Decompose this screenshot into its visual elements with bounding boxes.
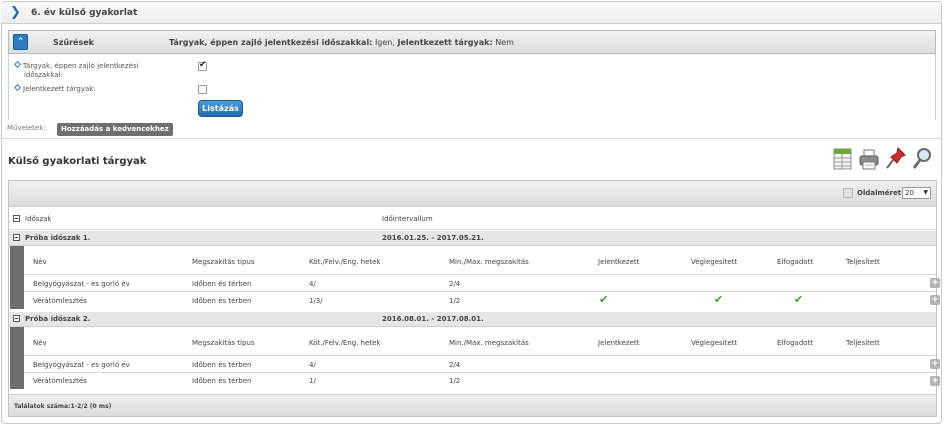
filter-summary-key2: Jelentkezett tárgyak: (397, 38, 493, 47)
row-hours: 4/ (309, 280, 316, 288)
row-minmax: 2/4 (449, 361, 461, 369)
row-type: Időben és térben (192, 297, 252, 305)
table-row[interactable]: Belgyógyászat - es gorló év Időben és té… (24, 275, 940, 292)
col-interval[interactable]: Időintervallum (382, 215, 433, 223)
col-period[interactable]: Időszak (25, 215, 51, 223)
group-interval: 2016.08.01. - 2017.08.01. (382, 315, 484, 323)
row-name: Vérátömlesztés (33, 297, 87, 305)
group-row-2[interactable]: Próba időszak 2. 2016.08.01. - 2017.08.0… (9, 312, 936, 327)
group-name: Próba időszak 1. (25, 234, 91, 242)
filter-bar: ⌃ Szűrések Tárgyak, éppen zajló jelentke… (8, 30, 936, 54)
col-applied[interactable]: Jelentkezett (598, 339, 639, 347)
search-icon[interactable] (911, 146, 933, 172)
col-hours[interactable]: Köt./Felv./Eng. hetek (309, 339, 381, 347)
col-finalized[interactable]: Véglegesített (691, 258, 737, 266)
page-size-select[interactable]: 20 ▼ (902, 187, 931, 199)
collapse-all-icon[interactable] (13, 215, 20, 222)
divider (1, 138, 941, 139)
grid-header-row: Időszak Időintervallum (9, 207, 936, 230)
col-completed[interactable]: Teljesített (846, 258, 880, 266)
pager-icon[interactable] (843, 188, 853, 198)
print-icon[interactable] (858, 146, 880, 172)
grid-title: Külső gyakorlati tárgyak (8, 156, 147, 167)
list-button[interactable]: Listázás (198, 100, 243, 117)
collapse-group-icon[interactable] (13, 234, 20, 241)
row-minmax: 1/2 (449, 297, 461, 305)
excel-export-icon[interactable] (832, 146, 854, 172)
row-actions-plus-icon[interactable]: + (930, 359, 940, 369)
filter-row1-label: Tárgyak, éppen zajló jelentkezési (23, 62, 139, 70)
chevron-right-icon[interactable]: ❯ (10, 6, 21, 20)
row-hours: 1/3/ (309, 297, 323, 305)
col-accepted[interactable]: Elfogadott (777, 258, 813, 266)
open-subjects-checkbox[interactable] (198, 60, 207, 71)
col-name[interactable]: Név (33, 258, 47, 266)
subgrid-header-row: Név Megszakítás típus Köt./Felv./Eng. he… (24, 246, 936, 275)
diamond-bullet-icon (13, 60, 22, 69)
table-row[interactable]: Vérátömlesztés Időben és térben 1/3/ 1/2… (24, 292, 940, 309)
col-name[interactable]: Név (33, 339, 47, 347)
col-hours[interactable]: Köt./Felv./Eng. hetek (309, 258, 381, 266)
subgrid-header-row: Név Megszakítás típus Köt./Felv./Eng. he… (24, 327, 936, 356)
row-actions-plus-icon[interactable]: + (930, 278, 940, 288)
filter-row2-label: Jelentkezett tárgyak: (23, 85, 96, 93)
filter-summary-key1: Tárgyak, éppen zajló jelentkezési idősza… (169, 38, 373, 47)
row-name: Belgyógyászat - es gorló év (33, 361, 130, 369)
row-type: Időben és térben (192, 361, 252, 369)
row-minmax: 1/2 (449, 377, 461, 385)
row-name: Vérátömlesztés (33, 377, 87, 385)
row-type: Időben és térben (192, 280, 252, 288)
filter-row-open-subjects: Tárgyak, éppen zajló jelentkezési idősza… (13, 60, 139, 80)
row-actions-plus-icon[interactable]: + (930, 376, 940, 386)
col-completed[interactable]: Teljesített (846, 339, 880, 347)
collapse-filter-icon[interactable]: ⌃ (13, 34, 28, 50)
subjects-grid: Oldalméret 20 ▼ Időszak Időintervallum P… (8, 180, 940, 417)
diamond-bullet-icon (13, 83, 22, 92)
filter-body: Tárgyak, éppen zajló jelentkezési idősza… (8, 54, 936, 120)
group-interval: 2016.01.25. - 2017.05.21. (382, 234, 484, 242)
applied-subjects-checkbox[interactable] (198, 85, 207, 94)
col-minmax[interactable]: Min./Max. megszakítás (449, 258, 529, 266)
collapse-group-icon[interactable] (13, 315, 20, 322)
filter-summary-val2: Nem (495, 38, 514, 47)
group-name: Próba időszak 2. (25, 315, 91, 323)
row-type: Időben és térben (192, 377, 252, 385)
result-count: Találatok száma:1-2/2 (0 ms) (14, 403, 112, 410)
table-row[interactable]: Belgyógyászat - es gorló év Időben és té… (24, 356, 940, 373)
filter-summary: Tárgyak, éppen zajló jelentkezési idősza… (169, 38, 514, 47)
row-hours: 1/ (309, 377, 316, 385)
row-hours: 4/ (309, 361, 316, 369)
page-size-label: Oldalméret (857, 189, 902, 197)
row-name: Belgyógyászat - es gorló év (33, 280, 130, 288)
finalized-check-icon: ✔ (714, 293, 724, 306)
group-indent-bar (10, 327, 24, 389)
group-indent-bar (10, 246, 24, 309)
pin-icon[interactable] (885, 146, 907, 172)
accepted-check-icon: ✔ (794, 293, 804, 306)
col-type[interactable]: Megszakítás típus (192, 339, 255, 347)
filter-summary-val1: Igen, (374, 38, 395, 47)
chevron-down-icon: ▼ (923, 189, 928, 196)
page-title: 6. év külső gyakorlat (31, 8, 138, 18)
group-row-1[interactable]: Próba időszak 1. 2016.01.25. - 2017.05.2… (9, 231, 936, 246)
table-row[interactable]: Vérátömlesztés Időben és térben 1/ 1/2 + (24, 373, 940, 389)
page-size-value: 20 (905, 189, 914, 197)
col-finalized[interactable]: Véglegesített (691, 339, 737, 347)
page-titlebar: ❯ 6. év külső gyakorlat (1, 2, 941, 24)
applied-check-icon: ✔ (599, 293, 609, 306)
grid-toolbar: Oldalméret 20 ▼ (9, 181, 936, 207)
col-applied[interactable]: Jelentkezett (598, 258, 639, 266)
grid-footer: Találatok száma:1-2/2 (0 ms) (9, 394, 936, 416)
filter-row-applied-subjects: Jelentkezett tárgyak: (13, 83, 96, 94)
row-actions-plus-icon[interactable]: + (930, 295, 940, 305)
row-minmax: 2/4 (449, 280, 461, 288)
add-favorite-button[interactable]: Hozzáadás a kedvencekhez (57, 123, 173, 136)
filter-row1-label-cont: időszakkal: (24, 71, 63, 79)
col-accepted[interactable]: Elfogadott (777, 339, 813, 347)
operations-label: Műveletek: (7, 124, 46, 132)
col-minmax[interactable]: Min./Max. megszakítás (449, 339, 529, 347)
filter-label: Szűrések (53, 38, 94, 47)
col-type[interactable]: Megszakítás típus (192, 258, 255, 266)
